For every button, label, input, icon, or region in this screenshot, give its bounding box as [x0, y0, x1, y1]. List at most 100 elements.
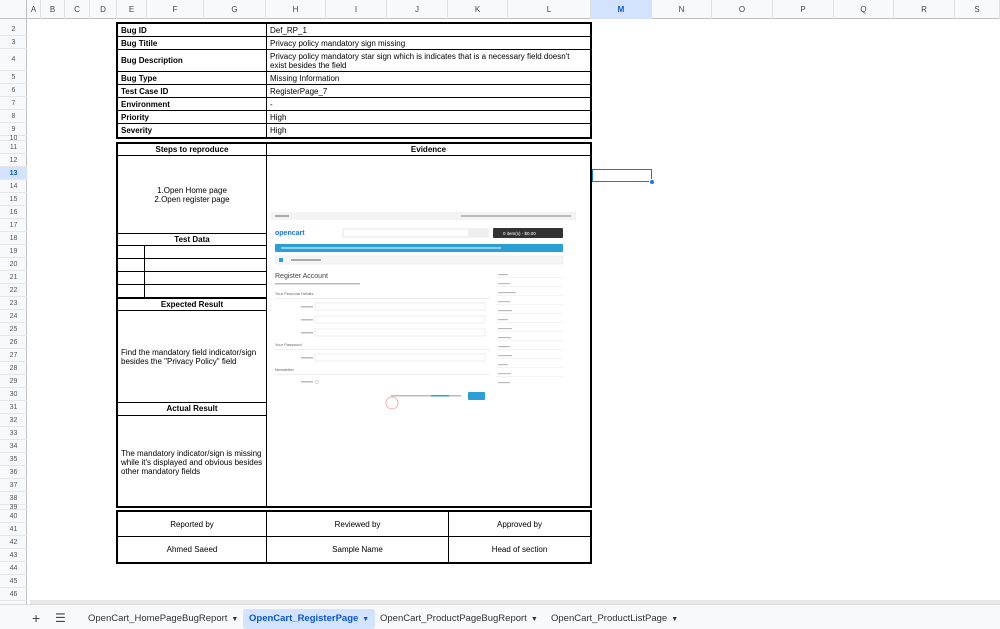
row-header-41[interactable]: 41	[0, 523, 27, 536]
row-header-6[interactable]: 6	[0, 84, 27, 97]
bug-value[interactable]: Def_RP_1	[267, 24, 590, 36]
steps-cell[interactable]: 1.Open Home page 2.Open register page	[118, 156, 266, 233]
expected-header[interactable]: Expected Result	[118, 298, 266, 311]
reviewed-by-label[interactable]: Reviewed by	[267, 512, 449, 537]
column-i[interactable]: I	[326, 0, 387, 19]
column-m[interactable]: M	[591, 0, 652, 19]
row-header-5[interactable]: 5	[0, 71, 27, 84]
select-all-corner[interactable]	[0, 0, 27, 19]
test-data-row[interactable]	[118, 246, 266, 259]
row-header-37[interactable]: 37	[0, 479, 27, 492]
row-header-23[interactable]: 23	[0, 297, 27, 310]
row-header-2[interactable]: 2	[0, 23, 27, 36]
column-e[interactable]: E	[117, 0, 147, 19]
fill-handle[interactable]	[649, 179, 655, 185]
reported-by-label[interactable]: Reported by	[118, 512, 267, 537]
row-header-26[interactable]: 26	[0, 336, 27, 349]
column-h[interactable]: H	[266, 0, 326, 19]
test-data-row[interactable]	[118, 285, 266, 298]
approved-by-value[interactable]: Head of section	[449, 537, 590, 562]
plus-icon[interactable]: +	[32, 610, 40, 626]
column-k[interactable]: K	[448, 0, 508, 19]
reported-by-value[interactable]: Ahmed Saeed	[118, 537, 267, 562]
expected-cell[interactable]: Find the mandatory field indicator/sign …	[118, 311, 266, 402]
row-header-13[interactable]: 13	[0, 167, 27, 180]
bug-key[interactable]: Bug ID	[118, 24, 267, 36]
bug-key[interactable]: Bug Type	[118, 72, 267, 84]
row-header-32[interactable]: 32	[0, 414, 27, 427]
row-header-4[interactable]: 4	[0, 49, 27, 71]
row-header-34[interactable]: 34	[0, 440, 27, 453]
sheet-tab-active[interactable]: OpenCart_RegisterPage ▼	[243, 609, 376, 629]
bug-value[interactable]: RegisterPage_7	[267, 85, 590, 97]
bug-key[interactable]: Severity	[118, 124, 267, 137]
column-g[interactable]: G	[204, 0, 266, 19]
column-c[interactable]: C	[65, 0, 90, 19]
row-header-30[interactable]: 30	[0, 388, 27, 401]
row-header-43[interactable]: 43	[0, 549, 27, 562]
bug-key[interactable]: Bug Description	[118, 50, 267, 71]
column-p[interactable]: P	[773, 0, 834, 19]
row-header-8[interactable]: 8	[0, 110, 27, 123]
bug-value[interactable]: High	[267, 124, 590, 137]
actual-cell[interactable]: The mandatory indicator/sign is missing …	[118, 416, 266, 508]
sheet-tab[interactable]: OpenCart_ProductPageBugReport ▼	[374, 609, 544, 629]
column-s[interactable]: S	[955, 0, 1000, 19]
row-header-35[interactable]: 35	[0, 453, 27, 466]
column-o[interactable]: O	[712, 0, 773, 19]
approved-by-label[interactable]: Approved by	[449, 512, 590, 537]
row-header-31[interactable]: 31	[0, 401, 27, 414]
row-header-40[interactable]: 40	[0, 510, 27, 523]
chevron-down-icon[interactable]: ▼	[362, 616, 369, 623]
column-q[interactable]: Q	[834, 0, 894, 19]
bug-value[interactable]: High	[267, 111, 590, 123]
chevron-down-icon[interactable]: ▼	[671, 616, 678, 623]
row-header-36[interactable]: 36	[0, 466, 27, 479]
row-header-24[interactable]: 24	[0, 310, 27, 323]
bug-key[interactable]: Priority	[118, 111, 267, 123]
column-r[interactable]: R	[894, 0, 955, 19]
sheet-grid[interactable]: Bug ID Def_RP_1 Bug Titile Privacy polic…	[27, 19, 1000, 604]
sheet-tab[interactable]: OpenCart_ProductListPage ▼	[545, 609, 684, 629]
hamburger-icon[interactable]: ☰	[55, 611, 66, 625]
row-header-17[interactable]: 17	[0, 219, 27, 232]
row-header-44[interactable]: 44	[0, 562, 27, 575]
bug-value[interactable]: Missing Information	[267, 72, 590, 84]
row-header-22[interactable]: 22	[0, 284, 27, 297]
bug-key[interactable]: Environment	[118, 98, 267, 110]
row-header-11[interactable]: 11	[0, 141, 27, 154]
column-n[interactable]: N	[652, 0, 712, 19]
test-data-row[interactable]	[118, 259, 266, 272]
evidence-header[interactable]: Evidence	[267, 144, 590, 156]
row-header-3[interactable]: 3	[0, 36, 27, 49]
bug-value[interactable]: Privacy policy mandatory sign missing	[267, 37, 590, 49]
row-header-45[interactable]: 45	[0, 575, 27, 588]
bug-key[interactable]: Test Case ID	[118, 85, 267, 97]
row-header-14[interactable]: 14	[0, 180, 27, 193]
chevron-down-icon[interactable]: ▼	[531, 616, 538, 623]
column-a[interactable]: A	[27, 0, 41, 19]
active-cell-selection[interactable]	[592, 169, 652, 182]
row-header-42[interactable]: 42	[0, 536, 27, 549]
row-header-20[interactable]: 20	[0, 258, 27, 271]
test-data-row[interactable]	[118, 272, 266, 285]
bug-value[interactable]: Privacy policy mandatory star sign which…	[267, 50, 590, 71]
row-header-16[interactable]: 16	[0, 206, 27, 219]
row-header-18[interactable]: 18	[0, 232, 27, 245]
sheet-tab[interactable]: OpenCart_HomePageBugReport ▼	[82, 609, 244, 629]
column-j[interactable]: J	[387, 0, 448, 19]
row-header-21[interactable]: 21	[0, 271, 27, 284]
chevron-down-icon[interactable]: ▼	[231, 616, 238, 623]
column-b[interactable]: B	[41, 0, 65, 19]
reviewed-by-value[interactable]: Sample Name	[267, 537, 449, 562]
row-header-29[interactable]: 29	[0, 375, 27, 388]
row-header-28[interactable]: 28	[0, 362, 27, 375]
column-l[interactable]: L	[508, 0, 591, 19]
bug-key[interactable]: Bug Titile	[118, 37, 267, 49]
row-header-33[interactable]: 33	[0, 427, 27, 440]
bug-value[interactable]: -	[267, 98, 590, 110]
evidence-screenshot[interactable]: opencart 0 item(s) - $0.00 Register Acco…	[271, 212, 576, 417]
row-header-25[interactable]: 25	[0, 323, 27, 336]
steps-header[interactable]: Steps to reproduce	[118, 144, 266, 156]
column-f[interactable]: F	[147, 0, 204, 19]
